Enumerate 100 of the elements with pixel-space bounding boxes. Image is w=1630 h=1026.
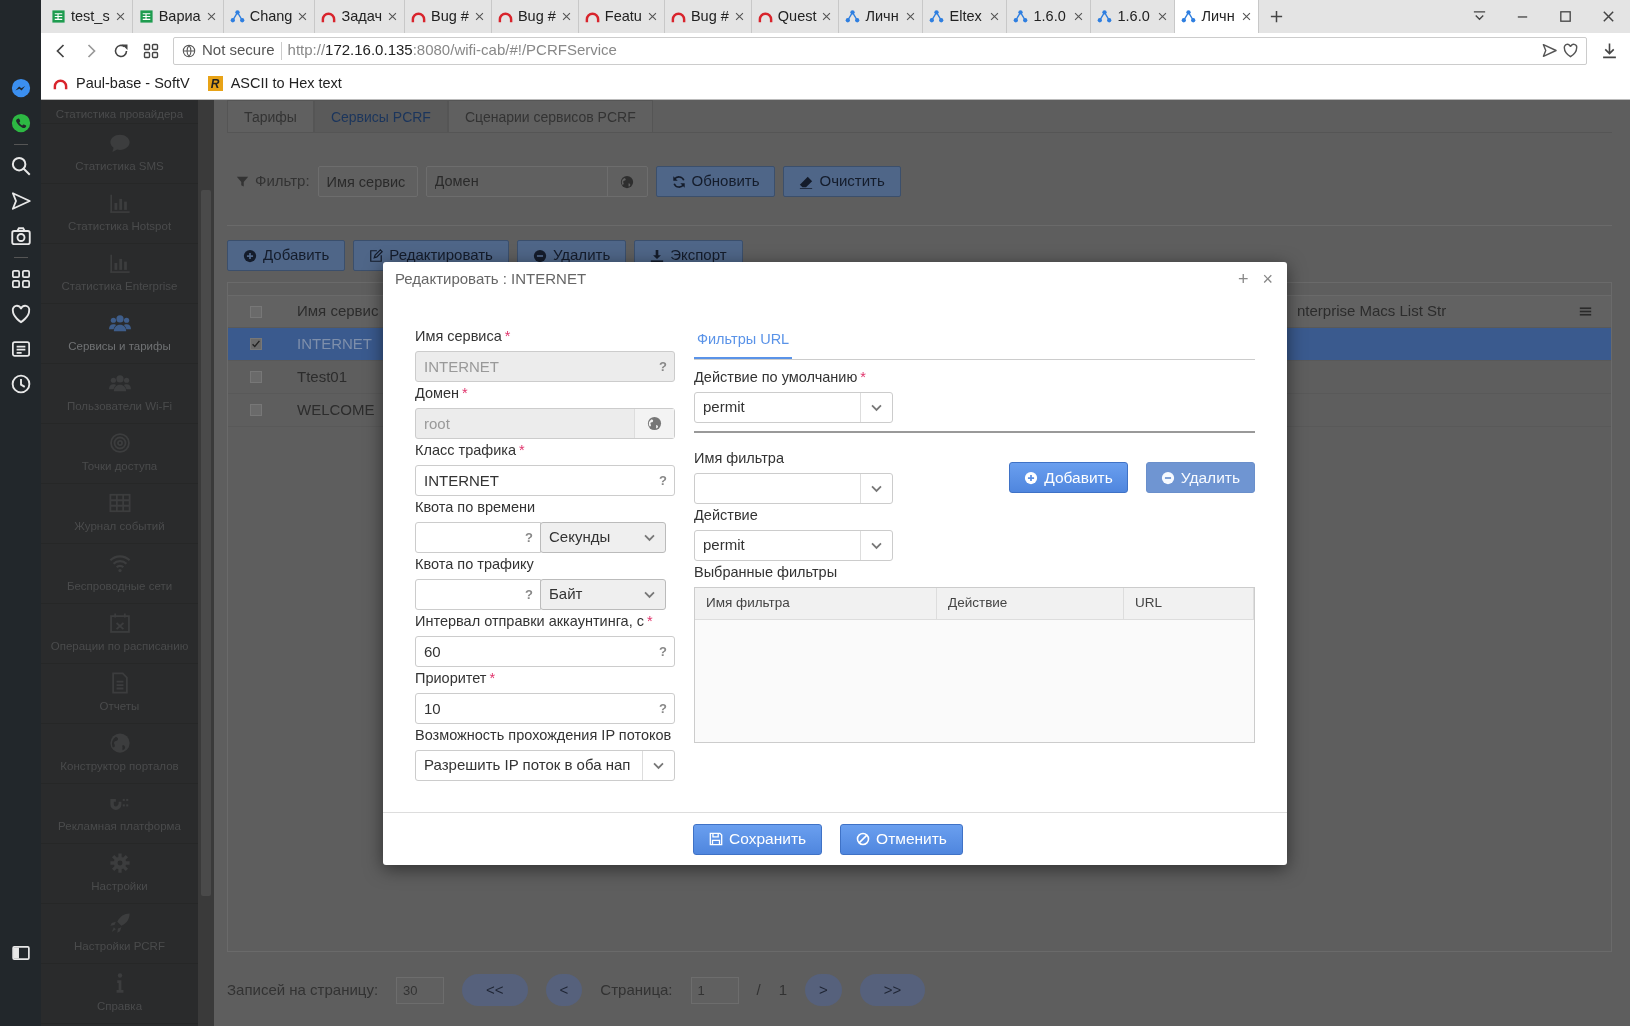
field-label: Действие по умолчанию bbox=[694, 368, 858, 388]
download-icon[interactable] bbox=[1601, 42, 1618, 59]
text-input[interactable]: INTERNET bbox=[416, 466, 652, 495]
arc-icon bbox=[584, 9, 600, 24]
new-tab-icon[interactable] bbox=[1269, 9, 1285, 24]
select-field[interactable]: Байт bbox=[540, 579, 666, 610]
sidebar-scrollbar[interactable] bbox=[198, 100, 214, 1026]
input-field[interactable]: 10 ? bbox=[415, 693, 675, 724]
bookmark-link[interactable]: R ASCII to Hex text bbox=[207, 72, 342, 95]
close-icon bbox=[1241, 11, 1253, 22]
select-field[interactable]: permit bbox=[694, 530, 893, 561]
required-mark: * bbox=[647, 612, 653, 632]
checkbox[interactable] bbox=[249, 404, 262, 416]
text-input[interactable]: 10 bbox=[416, 694, 652, 723]
sidebar-toggle-icon[interactable] bbox=[11, 944, 30, 962]
apps-grid-icon[interactable] bbox=[143, 42, 159, 59]
help-mark: ? bbox=[658, 642, 668, 661]
toolbar-button[interactable]: Добавить bbox=[227, 240, 346, 271]
maximize-icon[interactable] bbox=[1558, 9, 1573, 24]
browser-tab[interactable]: Личн bbox=[1175, 0, 1260, 33]
reload-icon[interactable] bbox=[113, 42, 129, 59]
arc-icon bbox=[321, 9, 337, 24]
select-field[interactable]: Разрешить IP поток в оба нап bbox=[415, 750, 675, 781]
close-button[interactable]: × bbox=[1260, 270, 1275, 288]
dialog-button[interactable]: Добавить bbox=[1009, 462, 1128, 493]
help-mark: ? bbox=[524, 528, 534, 547]
required-mark: * bbox=[462, 384, 468, 404]
close-icon bbox=[1073, 11, 1085, 22]
field-label: Класс трафика bbox=[415, 441, 517, 461]
select-field[interactable]: permit bbox=[694, 392, 893, 423]
required-mark: * bbox=[504, 327, 511, 347]
close-icon[interactable] bbox=[1601, 9, 1616, 24]
send-icon bbox=[1542, 43, 1557, 58]
close-icon bbox=[387, 11, 398, 22]
eraser-icon bbox=[799, 174, 814, 189]
close-icon bbox=[297, 11, 309, 22]
chat-app-icon[interactable] bbox=[10, 113, 31, 133]
nodes-icon bbox=[845, 9, 861, 24]
pager-button[interactable]: > bbox=[805, 974, 842, 1006]
arc-icon bbox=[411, 9, 426, 24]
pager-button[interactable]: >> bbox=[859, 974, 926, 1006]
help-mark: ? bbox=[524, 585, 534, 604]
input-field[interactable]: ? bbox=[415, 579, 541, 610]
arc-icon bbox=[757, 9, 773, 24]
close-icon bbox=[989, 11, 1001, 22]
close-icon bbox=[560, 11, 572, 22]
letter-icon: R bbox=[207, 76, 223, 91]
required-mark: * bbox=[489, 669, 496, 689]
checkbox[interactable] bbox=[249, 338, 262, 350]
pager-button[interactable]: < bbox=[545, 974, 583, 1006]
column-header[interactable]: Имя фильтра bbox=[695, 588, 937, 619]
tab[interactable]: Фильтры URL bbox=[694, 329, 793, 359]
checkbox[interactable] bbox=[249, 371, 262, 383]
expand-button[interactable]: + bbox=[1235, 270, 1251, 288]
pager-button[interactable]: << bbox=[462, 974, 528, 1006]
messenger-icon[interactable] bbox=[10, 78, 31, 98]
text-input[interactable]: 60 bbox=[416, 637, 652, 666]
cancel-icon bbox=[856, 832, 871, 846]
apps-grid-icon[interactable] bbox=[10, 269, 31, 289]
search-icon[interactable] bbox=[10, 156, 31, 176]
edit-icon bbox=[369, 248, 384, 263]
page-tab[interactable]: Сервисы PCRF bbox=[313, 100, 448, 132]
input-field[interactable]: INTERNET ? bbox=[415, 465, 675, 496]
close-icon bbox=[205, 11, 217, 22]
table-cell-text: INTERNET bbox=[296, 333, 372, 354]
close-icon bbox=[646, 11, 658, 22]
save-icon bbox=[709, 832, 724, 846]
nodes-icon bbox=[929, 9, 945, 24]
address-bar[interactable]: Not secure http://172.16.0.135:8080/wifi-cab/#!/PCRFService bbox=[173, 36, 1587, 65]
select-field[interactable]: Секунды bbox=[540, 522, 666, 553]
field-label: Имя фильтра bbox=[694, 449, 784, 469]
dialog-title: Редактировать : INTERNET bbox=[395, 268, 588, 289]
globe-icon bbox=[620, 174, 635, 189]
news-icon[interactable] bbox=[10, 339, 31, 359]
arc-icon bbox=[497, 9, 513, 24]
input-field[interactable]: 60 ? bbox=[415, 636, 675, 667]
bookmark-link[interactable]: Paul-base - SoftV bbox=[53, 72, 190, 95]
dialog-button[interactable]: Отменить bbox=[840, 823, 963, 855]
column-header[interactable]: Действие bbox=[937, 588, 1124, 619]
filter-button[interactable]: Очистить bbox=[783, 166, 901, 197]
field-label: Выбранные фильтры bbox=[694, 563, 838, 583]
close-icon bbox=[821, 11, 833, 22]
nodes-icon bbox=[229, 9, 245, 24]
select-field[interactable] bbox=[694, 473, 893, 504]
filter-button[interactable]: Обновить bbox=[655, 166, 776, 197]
send-icon[interactable] bbox=[10, 191, 31, 211]
close-icon bbox=[733, 11, 745, 22]
dialog-button[interactable]: Сохранить bbox=[693, 823, 823, 855]
arc-icon bbox=[53, 76, 68, 91]
nodes-icon bbox=[1013, 9, 1029, 24]
camera-icon[interactable] bbox=[10, 226, 31, 246]
clock-icon[interactable] bbox=[10, 374, 31, 394]
globe-icon bbox=[647, 416, 662, 431]
column-header[interactable]: URL bbox=[1124, 588, 1254, 619]
arc-icon bbox=[670, 9, 686, 24]
page-separator: / bbox=[756, 979, 761, 1000]
close-icon bbox=[114, 11, 126, 22]
heart-icon[interactable] bbox=[10, 304, 31, 324]
input-field[interactable]: ? bbox=[415, 522, 541, 553]
field-label: Приоритет bbox=[415, 669, 487, 689]
